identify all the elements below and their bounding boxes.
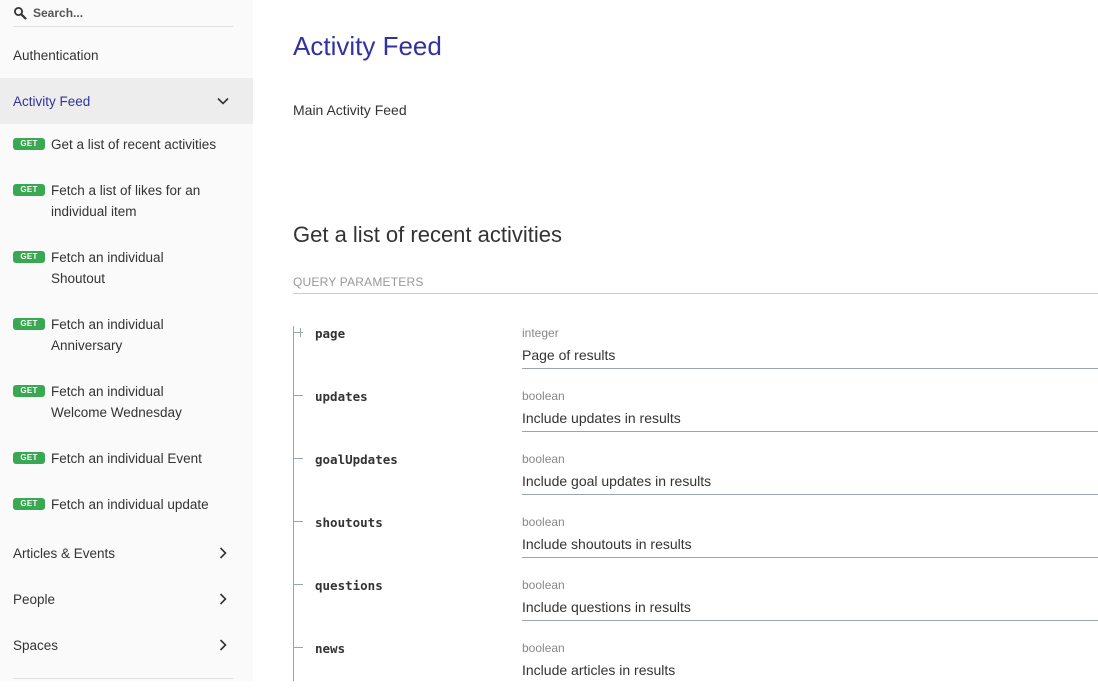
param-type: integer	[522, 326, 559, 340]
param-row: updates boolean Include updates in resul…	[293, 383, 1098, 446]
sidebar-op-label: Fetch an individual update	[51, 497, 209, 512]
sidebar-op-get-recent-activities[interactable]: GET Get a list of recent activities	[0, 124, 253, 170]
param-row: questions boolean Include questions in r…	[293, 572, 1098, 635]
get-method-badge: GET	[13, 498, 45, 510]
query-parameters-header: QUERY PARAMETERS	[293, 275, 1098, 294]
get-method-badge: GET	[13, 184, 45, 196]
param-details: boolean Include questions in results	[522, 572, 1098, 621]
sidebar-op-label: Fetch an individual Shoutout	[51, 250, 164, 286]
sidebar-item-articles-events[interactable]: Articles & Events	[0, 530, 253, 576]
search-icon	[14, 7, 27, 20]
param-details: boolean Include updates in results	[522, 383, 1098, 432]
tree-tick	[293, 647, 303, 648]
param-name: news	[315, 641, 346, 656]
sidebar-op-fetch-likes[interactable]: GET Fetch a list of likes for an individ…	[0, 170, 253, 237]
get-method-badge: GET	[13, 138, 45, 150]
sidebar-item-activity-feed[interactable]: Activity Feed	[0, 78, 253, 124]
sidebar-item-spaces[interactable]: Spaces	[0, 622, 253, 668]
param-details: boolean Include goal updates in results	[522, 446, 1098, 495]
param-type: boolean	[522, 641, 565, 655]
sidebar-op-label: Get a list of recent activities	[51, 137, 217, 152]
page-title: Activity Feed	[293, 31, 442, 61]
sidebar-item-label: Spaces	[13, 637, 59, 653]
param-name: shoutouts	[315, 515, 383, 530]
sidebar-item-label: Articles & Events	[13, 545, 116, 561]
param-name: page	[315, 326, 346, 341]
get-method-badge: GET	[13, 385, 45, 397]
chevron-down-icon	[217, 97, 229, 105]
param-name: questions	[315, 578, 383, 593]
sidebar-op-fetch-welcome-wednesday[interactable]: GET Fetch an individual Welcome Wednesda…	[0, 371, 253, 438]
param-description: Include updates in results	[522, 410, 681, 426]
param-type: boolean	[522, 578, 565, 592]
param-name: updates	[315, 389, 368, 404]
param-row: page integer Page of results	[293, 320, 1098, 383]
sidebar-op-label: Fetch a list of likes for an individual …	[51, 183, 201, 219]
sidebar-divider	[13, 678, 233, 679]
param-name: goalUpdates	[315, 452, 398, 467]
param-description: Include goal updates in results	[522, 473, 712, 489]
chevron-right-icon	[219, 547, 227, 559]
param-row: news boolean Include articles in results	[293, 635, 1098, 698]
sidebar-item-label: Authentication	[13, 47, 99, 63]
main-content: Activity Feed Main Activity Feed Get a l…	[293, 0, 1098, 681]
chevron-right-icon	[219, 639, 227, 651]
sidebar-op-fetch-shoutout[interactable]: GET Fetch an individual Shoutout	[0, 237, 253, 304]
param-row: goalUpdates boolean Include goal updates…	[293, 446, 1098, 509]
tree-tick-cap	[300, 328, 301, 337]
tree-tick	[293, 458, 303, 459]
param-details: integer Page of results	[522, 320, 1098, 369]
sidebar: Authentication Activity Feed GET Get a l…	[0, 0, 253, 681]
param-details: boolean Include articles in results	[522, 635, 1098, 683]
sidebar-item-authentication[interactable]: Authentication	[0, 32, 253, 78]
param-description: Include questions in results	[522, 599, 691, 615]
sidebar-op-label: Fetch an individual Welcome Wednesday	[51, 384, 182, 420]
param-type: boolean	[522, 389, 565, 403]
sidebar-menu: Authentication Activity Feed GET Get a l…	[0, 32, 253, 668]
param-row: shoutouts boolean Include shoutouts in r…	[293, 509, 1098, 572]
tree-tick	[293, 395, 303, 396]
get-method-badge: GET	[13, 251, 45, 263]
sidebar-op-fetch-event[interactable]: GET Fetch an individual Event	[0, 438, 253, 484]
sidebar-op-label: Fetch an individual Event	[51, 451, 202, 466]
get-method-badge: GET	[13, 452, 45, 464]
search-box	[13, 0, 233, 27]
param-description: Include shoutouts in results	[522, 536, 692, 552]
param-description: Page of results	[522, 347, 616, 363]
tree-tick	[293, 521, 303, 522]
param-description: Include articles in results	[522, 662, 676, 678]
param-type: boolean	[522, 515, 565, 529]
operation-title: Get a list of recent activities	[293, 222, 562, 247]
sidebar-item-people[interactable]: People	[0, 576, 253, 622]
sidebar-op-fetch-anniversary[interactable]: GET Fetch an individual Anniversary	[0, 304, 253, 371]
param-type: boolean	[522, 452, 565, 466]
get-method-badge: GET	[13, 318, 45, 330]
page-description: Main Activity Feed	[293, 102, 407, 118]
tree-tick	[293, 584, 303, 585]
tree-tick	[293, 332, 303, 333]
sidebar-op-label: Fetch an individual Anniversary	[51, 317, 164, 353]
sidebar-item-label: Activity Feed	[13, 93, 91, 109]
sidebar-item-label: People	[13, 591, 56, 607]
chevron-right-icon	[219, 593, 227, 605]
param-details: boolean Include shoutouts in results	[522, 509, 1098, 558]
sidebar-op-fetch-update[interactable]: GET Fetch an individual update	[0, 484, 253, 530]
search-input[interactable]	[33, 6, 223, 20]
